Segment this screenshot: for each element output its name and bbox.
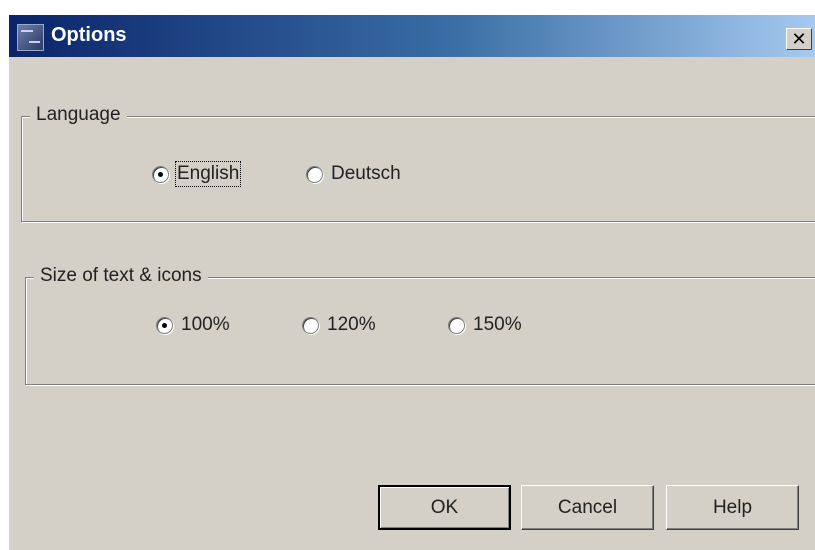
- radio-deutsch-label: Deutsch: [331, 163, 401, 184]
- close-icon: ✕: [791, 29, 807, 49]
- radio-size-120-label: 120%: [327, 314, 376, 335]
- close-button[interactable]: ✕: [786, 28, 812, 50]
- radio-size-150-button[interactable]: [448, 316, 465, 334]
- help-button[interactable]: Help: [666, 485, 799, 530]
- language-group-legend: Language: [30, 104, 127, 126]
- radio-size-100-button[interactable]: [156, 316, 173, 334]
- size-group: Size of text & icons: [25, 265, 815, 385]
- language-group: Language: [21, 104, 815, 222]
- radio-english-label: English: [174, 161, 242, 187]
- cancel-button[interactable]: Cancel: [521, 485, 654, 530]
- title-bar: Options ✕: [9, 15, 815, 57]
- window-title: Options: [51, 24, 127, 46]
- radio-size-100-label: 100%: [181, 314, 230, 335]
- radio-size-100[interactable]: 100%: [156, 314, 230, 336]
- radio-size-120-button[interactable]: [302, 316, 319, 334]
- app-icon: [17, 24, 44, 51]
- radio-english-button[interactable]: [152, 165, 169, 183]
- radio-size-150-label: 150%: [473, 314, 522, 335]
- radio-size-120[interactable]: 120%: [302, 314, 376, 336]
- radio-deutsch[interactable]: Deutsch: [306, 163, 401, 185]
- radio-size-150[interactable]: 150%: [448, 314, 522, 336]
- ok-button[interactable]: OK: [378, 485, 511, 530]
- radio-deutsch-button[interactable]: [306, 165, 323, 183]
- options-dialog: Options ✕ Language English Deutsch Size …: [8, 14, 815, 550]
- size-group-legend: Size of text & icons: [34, 265, 208, 287]
- radio-english[interactable]: English: [152, 161, 242, 187]
